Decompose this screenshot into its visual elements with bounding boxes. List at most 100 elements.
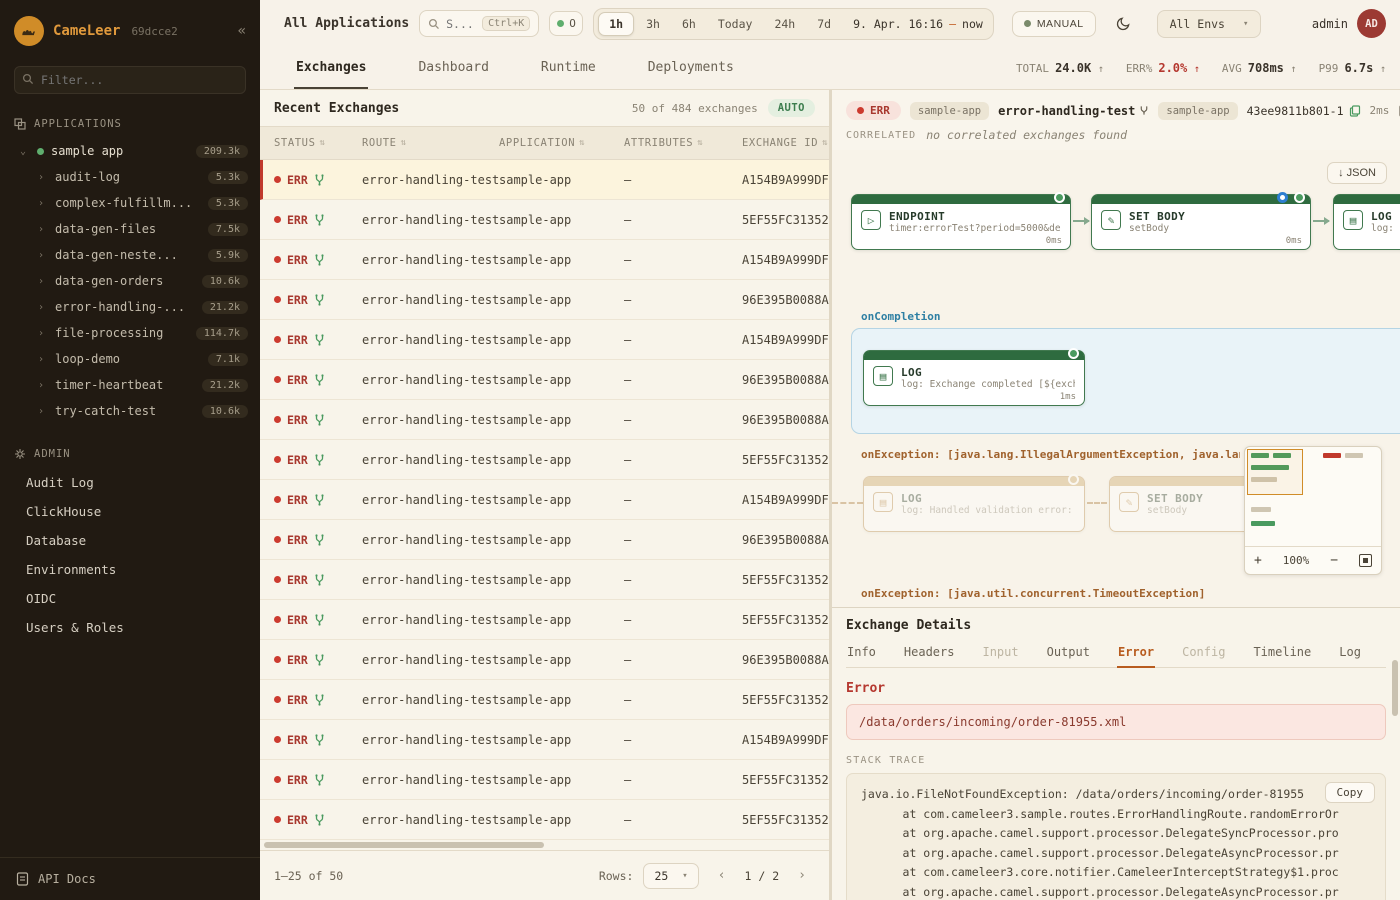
column-header[interactable]: STATUS ⇅ <box>274 137 362 149</box>
time-range-button[interactable]: 7d <box>807 12 841 36</box>
download-json-button[interactable]: ↓ JSON <box>1327 162 1387 184</box>
minimap-canvas[interactable] <box>1245 447 1381 547</box>
zoom-in-button[interactable]: + <box>1254 553 1262 568</box>
sidebar-collapse-button[interactable]: « <box>238 23 246 39</box>
table-row[interactable]: ERR error-handling-test sample-app — 5EF… <box>260 600 829 640</box>
nav-tab[interactable]: Dashboard <box>416 48 490 89</box>
table-row[interactable]: ERR error-handling-test sample-app — A15… <box>260 480 829 520</box>
sidebar-route-item[interactable]: › complex-fulfillm... 5.3k <box>0 190 260 216</box>
sort-icon[interactable]: ⇅ <box>320 138 326 148</box>
breakpoint-dot[interactable] <box>1277 192 1288 203</box>
sidebar-route-item[interactable]: › file-processing 114.7k <box>0 320 260 346</box>
date-range[interactable]: 9. Apr. 16:16 – now <box>853 17 983 31</box>
minimap-viewport[interactable] <box>1247 449 1303 495</box>
table-row[interactable]: ERR error-handling-test sample-app — 5EF… <box>260 680 829 720</box>
dark-mode-toggle[interactable] <box>1110 10 1137 37</box>
api-docs-link[interactable]: API Docs <box>0 857 260 900</box>
column-header[interactable]: ATTRIBUTES ⇅ <box>624 137 742 149</box>
table-row[interactable]: ERR error-handling-test sample-app — 96E… <box>260 640 829 680</box>
sidebar-route-item[interactable]: › audit-log 5.3k <box>0 164 260 190</box>
table-row[interactable]: ERR error-handling-test sample-app — 5EF… <box>260 560 829 600</box>
global-search[interactable]: Ctrl+K <box>419 10 539 37</box>
live-toggle[interactable]: O <box>549 11 583 36</box>
time-range-button[interactable]: 1h <box>598 12 634 36</box>
sidebar-route-item[interactable]: › timer-heartbeat 21.2k <box>0 372 260 398</box>
zoom-out-button[interactable]: − <box>1330 553 1338 568</box>
vertical-scrollbar-thumb[interactable] <box>1392 660 1398 716</box>
table-row[interactable]: ERR error-handling-test sample-app — 5EF… <box>260 200 829 240</box>
table-row[interactable]: ERR error-handling-test sample-app — 96E… <box>260 280 829 320</box>
sidebar-filter-input[interactable] <box>14 66 246 94</box>
column-header[interactable]: ROUTE ⇅ <box>362 137 499 149</box>
flow-node-completion-log[interactable]: ▤ LOG log: Exchange completed [${exchan … <box>863 350 1085 406</box>
nav-tab[interactable]: Exchanges <box>294 48 368 89</box>
details-tab[interactable]: Timeline <box>1252 641 1312 668</box>
fit-view-button[interactable] <box>1359 554 1372 567</box>
nav-tab[interactable]: Runtime <box>539 48 598 89</box>
flow-canvas[interactable]: ↓ JSON ▷ ENDPOINT timer:errorTest?period… <box>832 150 1400 607</box>
sort-icon[interactable]: ⇅ <box>401 138 407 148</box>
time-range-button[interactable]: 3h <box>636 12 670 36</box>
prev-page-button[interactable]: ‹ <box>709 864 735 887</box>
sidebar-route-item[interactable]: › data-gen-neste... 5.9k <box>0 242 260 268</box>
env-select[interactable]: All Envs ▾ <box>1157 10 1262 38</box>
table-row[interactable]: ERR error-handling-test sample-app — A15… <box>260 720 829 760</box>
table-row[interactable]: ERR error-handling-test sample-app — A15… <box>260 320 829 360</box>
search-input[interactable] <box>446 17 476 31</box>
sidebar-admin-item[interactable]: Audit Log <box>0 468 260 497</box>
sort-icon[interactable]: ⇅ <box>579 138 585 148</box>
rows-per-page-select[interactable]: 25 ▾ <box>643 863 698 889</box>
sidebar-route-item[interactable]: › loop-demo 7.1k <box>0 346 260 372</box>
flow-node-log[interactable]: ▤ LOG log: Sta <box>1333 194 1400 250</box>
sidebar-item-sample-app[interactable]: ⌄ sample app 209.3k <box>0 138 260 164</box>
sidebar-route-item[interactable]: › error-handling-... 21.2k <box>0 294 260 320</box>
details-tab[interactable]: Error <box>1117 641 1155 668</box>
minimap[interactable]: + 100% − <box>1244 446 1382 575</box>
sidebar-admin-item[interactable]: ClickHouse <box>0 497 260 526</box>
table-row[interactable]: ERR error-handling-test sample-app — 5EF… <box>260 800 829 840</box>
sidebar-admin-item[interactable]: Users & Roles <box>0 613 260 642</box>
time-range-button[interactable]: 24h <box>764 12 805 36</box>
table-row[interactable]: ERR error-handling-test sample-app — A15… <box>260 160 829 200</box>
sort-icon[interactable]: ⇅ <box>697 138 703 148</box>
route-fork-icon <box>314 214 325 226</box>
avatar[interactable]: AD <box>1357 9 1386 38</box>
details-tab[interactable]: Log <box>1338 641 1362 668</box>
stack-trace-line: at org.apache.camel.support.processor.De… <box>861 883 1371 900</box>
sidebar-admin-item[interactable]: OIDC <box>0 584 260 613</box>
details-tab[interactable]: Config <box>1181 641 1226 668</box>
copy-button[interactable]: Copy <box>1325 782 1376 803</box>
sidebar-route-item[interactable]: › data-gen-orders 10.6k <box>0 268 260 294</box>
sort-icon[interactable]: ⇅ <box>822 138 828 148</box>
auto-refresh-badge[interactable]: AUTO <box>768 99 815 117</box>
table-row[interactable]: ERR error-handling-test sample-app — A15… <box>260 240 829 280</box>
details-tab[interactable]: Info <box>846 641 877 668</box>
table-row[interactable]: ERR error-handling-test sample-app — 96E… <box>260 520 829 560</box>
sidebar-route-item[interactable]: › data-gen-files 7.5k <box>0 216 260 242</box>
details-tab[interactable]: Headers <box>903 641 956 668</box>
flow-node-exception-log[interactable]: ▤ LOG log: Handled validation error: ${e… <box>863 476 1085 532</box>
table-row[interactable]: ERR error-handling-test sample-app — 5EF… <box>260 760 829 800</box>
time-range-button[interactable]: 6h <box>672 12 706 36</box>
column-header[interactable]: EXCHANGE ID ⇅ <box>742 137 829 149</box>
copy-icon[interactable] <box>1349 105 1361 117</box>
horizontal-scrollbar[interactable] <box>260 840 829 850</box>
details-tab[interactable]: Output <box>1046 641 1091 668</box>
column-header[interactable]: APPLICATION ⇅ <box>499 137 624 149</box>
flow-node-endpoint[interactable]: ▷ ENDPOINT timer:errorTest?period=5000&d… <box>851 194 1071 250</box>
scrollbar-thumb[interactable] <box>264 842 544 848</box>
sidebar-route-item[interactable]: › try-catch-test 10.6k <box>0 398 260 424</box>
details-tab[interactable]: Input <box>981 641 1019 668</box>
flow-node-set-body[interactable]: ✎ SET BODY setBody 0ms <box>1091 194 1311 250</box>
next-page-button[interactable]: › <box>789 864 815 887</box>
sidebar-admin-item[interactable]: Database <box>0 526 260 555</box>
nav-tab[interactable]: Deployments <box>646 48 736 89</box>
user-menu[interactable]: admin AD <box>1312 9 1386 38</box>
flow-node-exception-set-body[interactable]: ✎ SET BODY setBody <box>1109 476 1259 532</box>
table-row[interactable]: ERR error-handling-test sample-app — 96E… <box>260 360 829 400</box>
manual-refresh-button[interactable]: MANUAL <box>1012 11 1096 37</box>
table-row[interactable]: ERR error-handling-test sample-app — 96E… <box>260 400 829 440</box>
table-row[interactable]: ERR error-handling-test sample-app — 5EF… <box>260 440 829 480</box>
sidebar-admin-item[interactable]: Environments <box>0 555 260 584</box>
time-range-button[interactable]: Today <box>708 12 763 36</box>
